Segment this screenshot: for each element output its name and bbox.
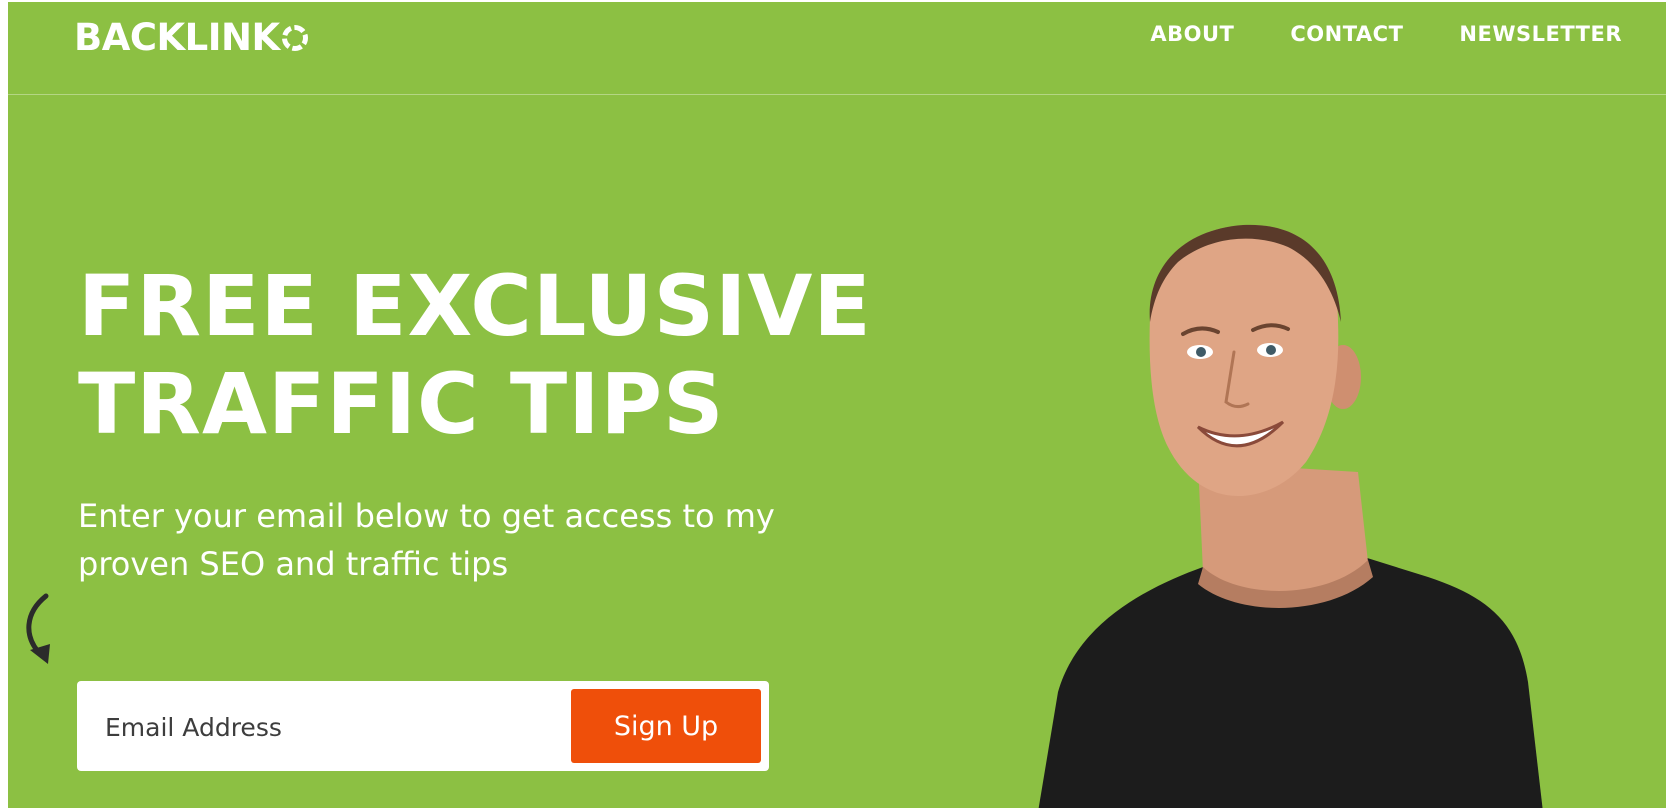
hero-headline: FREE EXCLUSIVE TRAFFIC TIPS <box>78 257 872 453</box>
headline-line-2: TRAFFIC TIPS <box>78 355 725 453</box>
nav-link-about[interactable]: ABOUT <box>1150 22 1234 46</box>
nav-link-newsletter[interactable]: NEWSLETTER <box>1459 22 1622 46</box>
nav-link-contact[interactable]: CONTACT <box>1290 22 1403 46</box>
landing-page: BACKLINK ABOUT CONTACT NEWSLETTER FREE E… <box>8 2 1666 808</box>
circle-o-icon <box>281 24 308 51</box>
logo-text: BACKLINK <box>74 16 280 59</box>
email-signup-form: Sign Up <box>77 681 769 771</box>
subtext-line-2: proven SEO and traffic tips <box>78 545 509 583</box>
sign-up-button[interactable]: Sign Up <box>571 689 761 763</box>
main-nav: ABOUT CONTACT NEWSLETTER <box>1150 22 1622 46</box>
edge-marker <box>8 792 14 808</box>
person-photo <box>1038 224 1543 808</box>
hero-subtext: Enter your email below to get access to … <box>78 492 858 588</box>
email-input[interactable] <box>103 701 587 753</box>
headline-line-1: FREE EXCLUSIVE <box>78 257 872 355</box>
site-logo[interactable]: BACKLINK <box>74 16 308 59</box>
subtext-line-1: Enter your email below to get access to … <box>78 497 775 535</box>
site-header: BACKLINK ABOUT CONTACT NEWSLETTER <box>8 2 1666 95</box>
curved-arrow-icon <box>26 593 50 664</box>
